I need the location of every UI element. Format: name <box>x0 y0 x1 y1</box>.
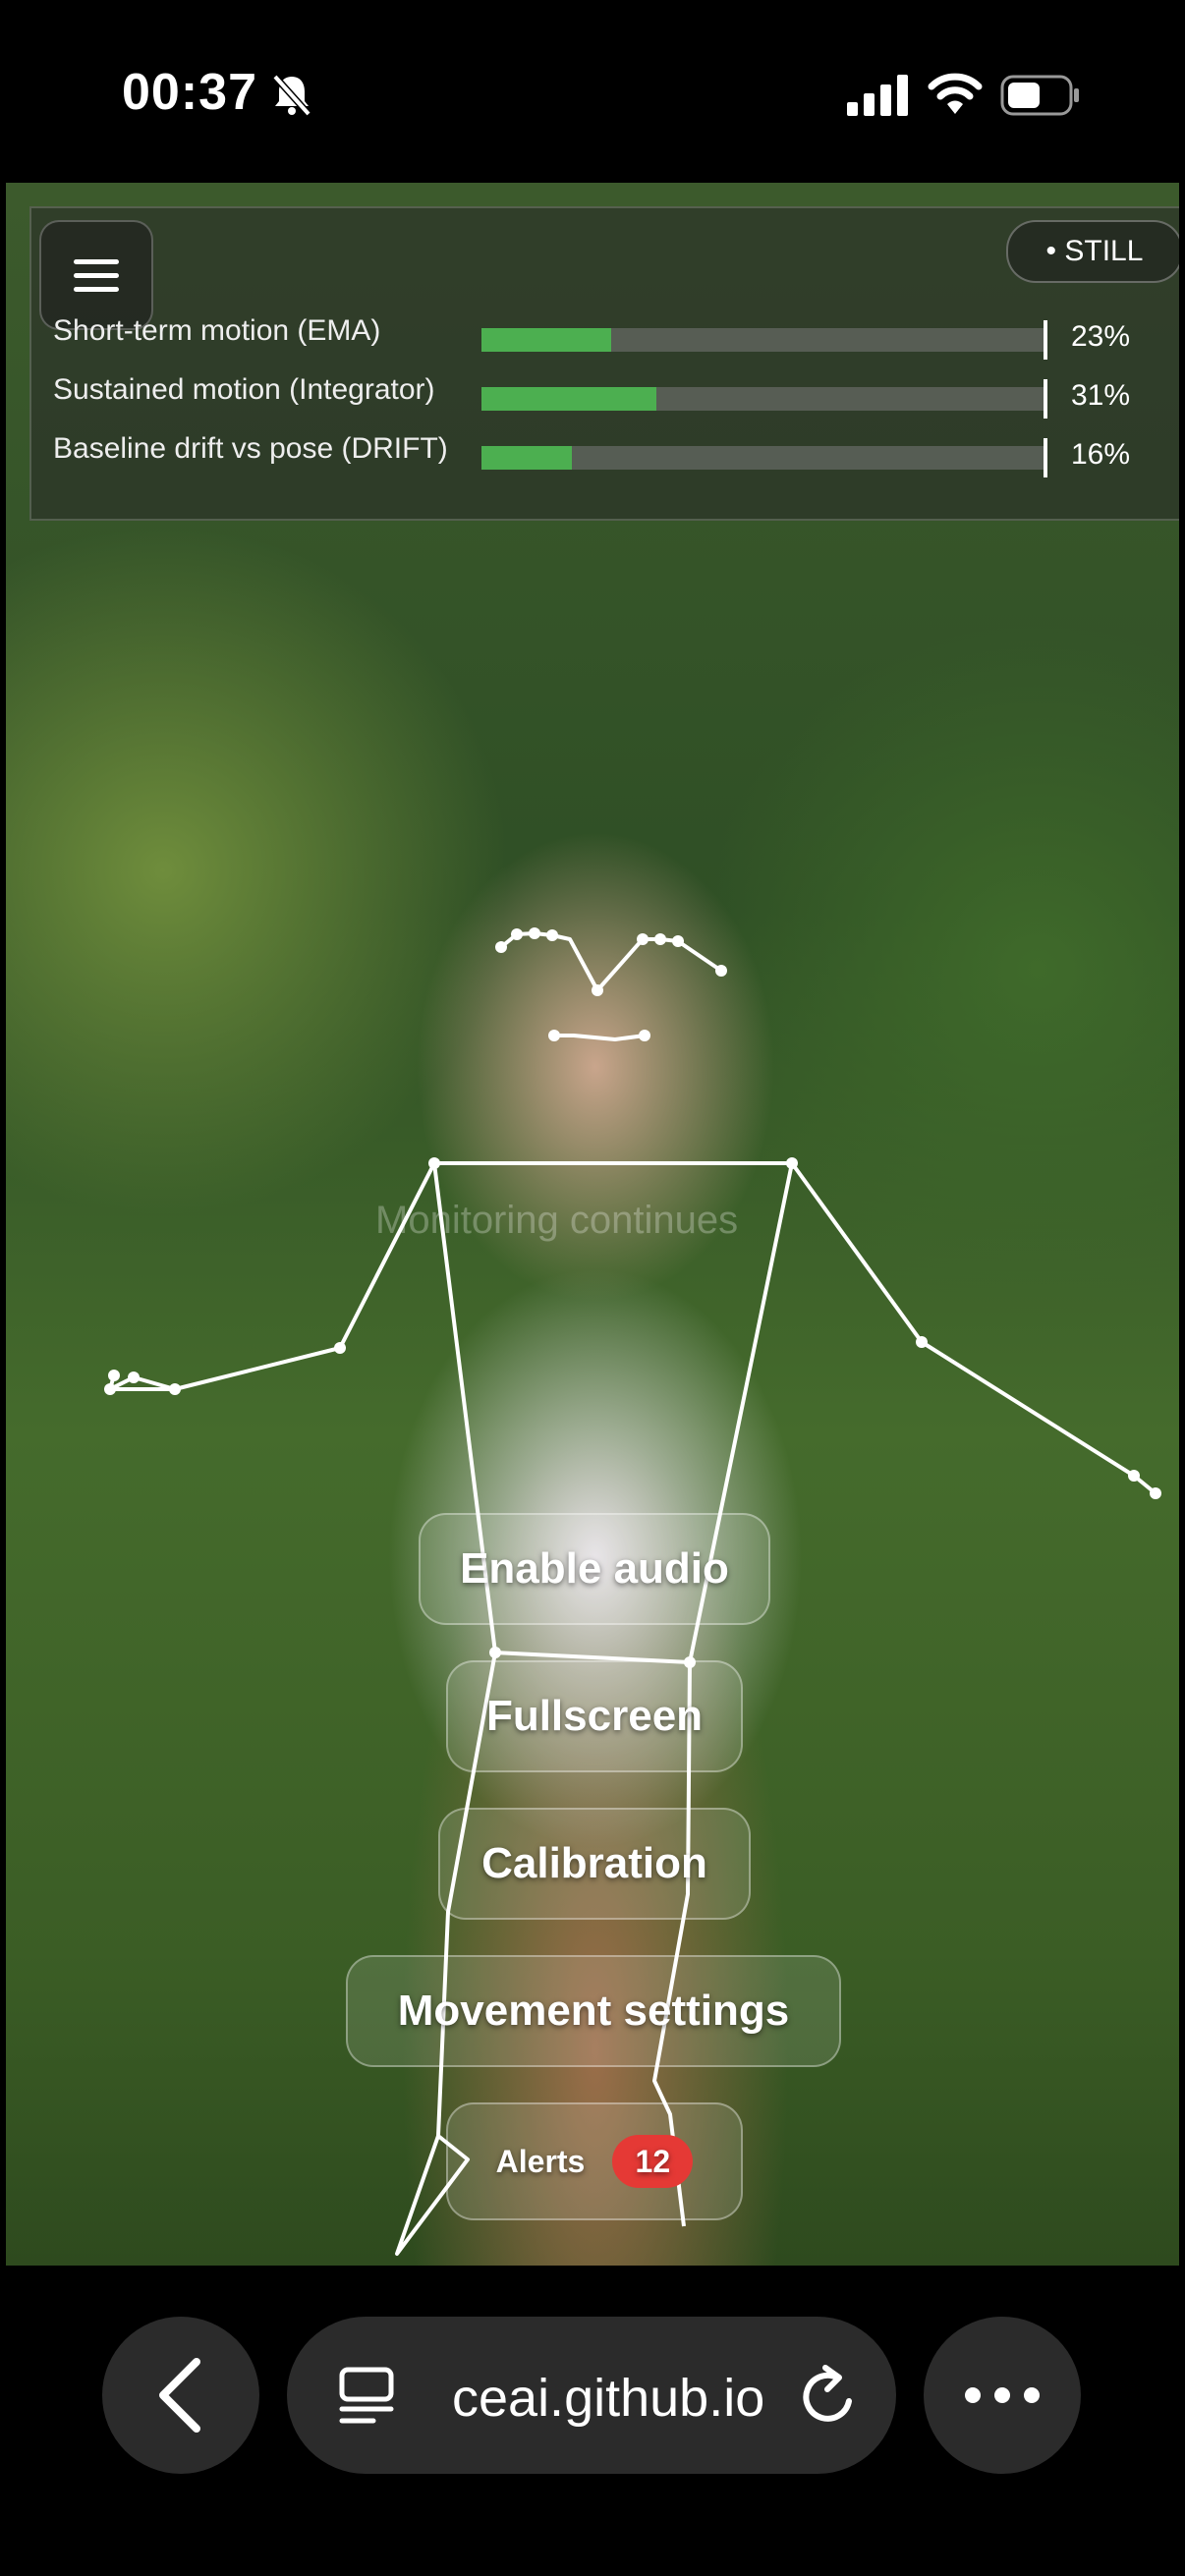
enable-audio-button[interactable]: Enable audio <box>419 1513 770 1625</box>
metric-value: 31% <box>1071 379 1131 412</box>
metric-bar-fill <box>481 446 572 470</box>
metric-bar-fill <box>481 328 612 352</box>
metric-integrator: Sustained motion (Integrator) 31% <box>53 369 1173 419</box>
alerts-label: Alerts <box>495 2143 586 2179</box>
calibration-button[interactable]: Calibration <box>438 1808 751 1920</box>
threshold-marker <box>1044 438 1047 477</box>
back-button[interactable] <box>102 2317 259 2474</box>
alerts-button[interactable]: Alerts 12 <box>446 2102 743 2220</box>
metric-label: Sustained motion (Integrator) <box>53 373 435 406</box>
metric-ema: Short-term motion (EMA) 23% <box>53 310 1173 360</box>
metric-drift: Baseline drift vs pose (DRIFT) 16% <box>53 428 1173 477</box>
reload-icon[interactable] <box>798 2364 861 2429</box>
metric-label: Short-term motion (EMA) <box>53 314 381 347</box>
threshold-marker <box>1044 320 1047 360</box>
bell-slash-icon <box>272 74 311 117</box>
status-time: 00:37 <box>122 64 257 121</box>
metric-label: Baseline drift vs pose (DRIFT) <box>53 432 448 465</box>
camera-view: • STILL Short-term motion (EMA) 23% Sust… <box>6 183 1179 2266</box>
hamburger-icon-bar <box>74 286 119 292</box>
hamburger-icon-bar <box>74 258 119 264</box>
movement-settings-button[interactable]: Movement settings <box>346 1955 841 2067</box>
more-button[interactable] <box>924 2317 1081 2474</box>
status-overlay-text: Monitoring continues <box>375 1199 739 1242</box>
metric-bar-fill <box>481 387 656 411</box>
tabs-icon <box>339 2367 394 2424</box>
metric-value: 16% <box>1071 438 1131 471</box>
signal-icon <box>847 75 908 116</box>
address-bar[interactable]: ceai.github.io <box>287 2317 896 2474</box>
motion-state-badge: • STILL <box>1006 220 1179 283</box>
metric-bar-track <box>481 328 1045 352</box>
more-icon <box>965 2387 1040 2403</box>
wifi-icon <box>928 73 983 114</box>
metric-value: 23% <box>1071 320 1131 353</box>
metric-bar-track <box>481 387 1045 411</box>
url-text: ceai.github.io <box>452 2369 765 2428</box>
browser-toolbar: ceai.github.io <box>0 2266 1185 2576</box>
back-icon <box>159 2358 200 2433</box>
fullscreen-button[interactable]: Fullscreen <box>446 1660 743 1772</box>
threshold-marker <box>1044 379 1047 419</box>
alerts-count-badge: 12 <box>612 2135 694 2188</box>
status-bar: 00:37 <box>0 0 1185 183</box>
battery-icon <box>1000 75 1079 116</box>
metric-bar-track <box>481 446 1045 470</box>
hamburger-icon-bar <box>74 272 119 278</box>
